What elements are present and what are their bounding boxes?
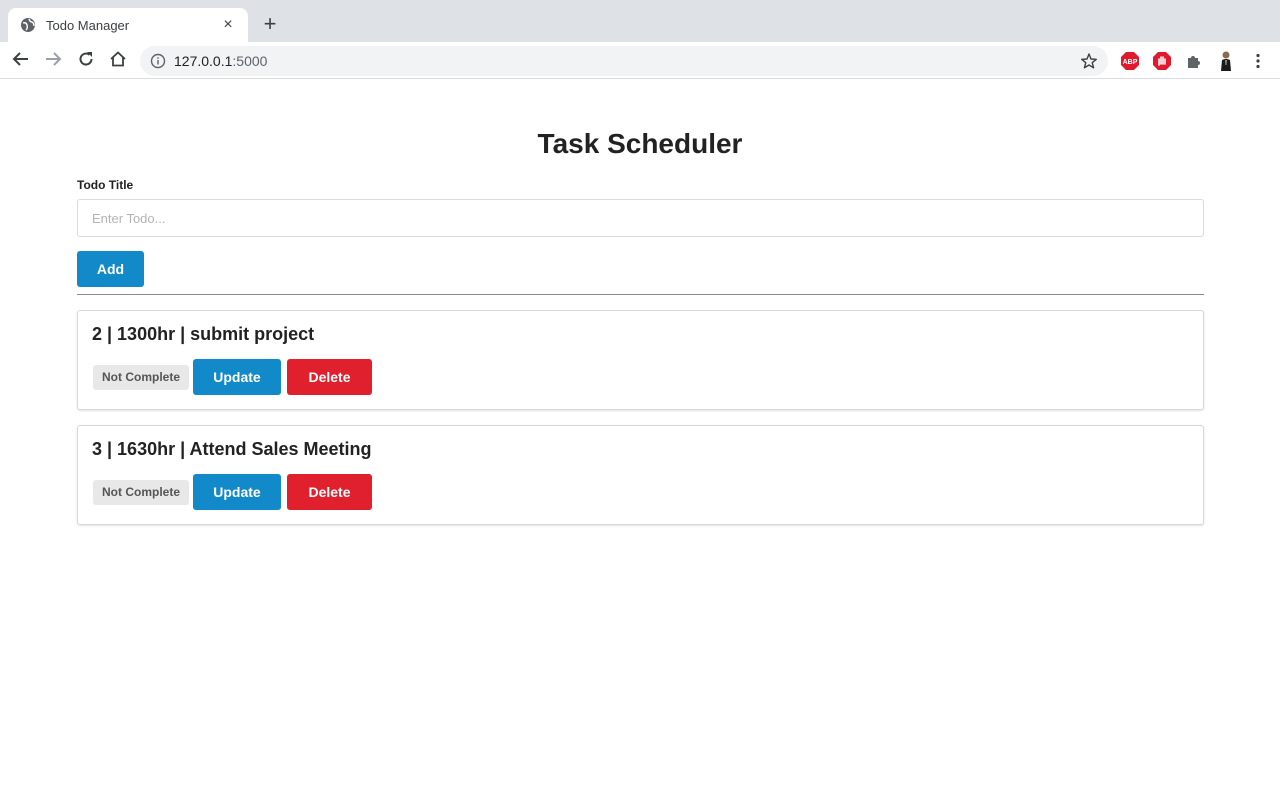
more-vertical-icon[interactable] [1247, 50, 1269, 72]
star-icon[interactable] [1080, 52, 1098, 70]
delete-button[interactable]: Delete [287, 359, 372, 395]
todo-title-label: Todo Title [77, 178, 134, 192]
reload-button[interactable] [73, 48, 99, 74]
arrow-right-icon [44, 50, 62, 73]
adblock-plus-icon[interactable]: ABP [1119, 50, 1141, 72]
tab-title: Todo Manager [46, 17, 130, 33]
add-button[interactable]: Add [77, 251, 144, 287]
url-host: 127.0.0.1 [174, 53, 233, 69]
url-port: :5000 [232, 53, 268, 69]
todo-item-text: 2 | 1300hr | submit project [92, 324, 315, 344]
page-title: Task Scheduler [537, 128, 743, 159]
forward-button[interactable] [40, 48, 66, 74]
address-bar[interactable]: 127.0.0.1:5000 [140, 46, 1108, 76]
info-icon[interactable] [150, 53, 166, 69]
address-url: 127.0.0.1:5000 [174, 53, 1080, 69]
reload-icon [77, 50, 95, 73]
todo-item: 2 | 1300hr | submit project Not Complete… [77, 310, 1204, 410]
close-icon[interactable]: × [220, 17, 236, 33]
browser-tabstrip: Todo Manager × + [0, 0, 1280, 42]
arrow-left-icon [12, 50, 30, 73]
status-badge: Not Complete [93, 364, 189, 390]
puzzle-icon[interactable] [1183, 50, 1205, 72]
todo-title-input[interactable] [77, 199, 1204, 237]
delete-button[interactable]: Delete [287, 474, 372, 510]
stop-hand-icon[interactable] [1151, 50, 1173, 72]
abp-label: ABP [1123, 59, 1138, 66]
todo-list: 2 | 1300hr | submit project Not Complete… [77, 310, 1204, 540]
status-badge: Not Complete [93, 479, 189, 505]
profile-avatar[interactable] [1215, 50, 1237, 72]
todo-item-actions: Not Complete Update Delete [93, 359, 372, 395]
divider [77, 294, 1204, 295]
globe-icon [20, 17, 36, 33]
todo-item-actions: Not Complete Update Delete [93, 474, 372, 510]
update-button[interactable]: Update [193, 359, 281, 395]
browser-toolbar: 127.0.0.1:5000 ABP [0, 42, 1280, 79]
home-icon [109, 50, 127, 73]
todo-item: 3 | 1630hr | Attend Sales Meeting Not Co… [77, 425, 1204, 525]
home-button[interactable] [105, 48, 131, 74]
update-button[interactable]: Update [193, 474, 281, 510]
new-tab-button[interactable]: + [258, 12, 282, 36]
back-button[interactable] [8, 48, 34, 74]
todo-item-text: 3 | 1630hr | Attend Sales Meeting [92, 439, 372, 459]
browser-tab[interactable]: Todo Manager × [8, 8, 248, 42]
